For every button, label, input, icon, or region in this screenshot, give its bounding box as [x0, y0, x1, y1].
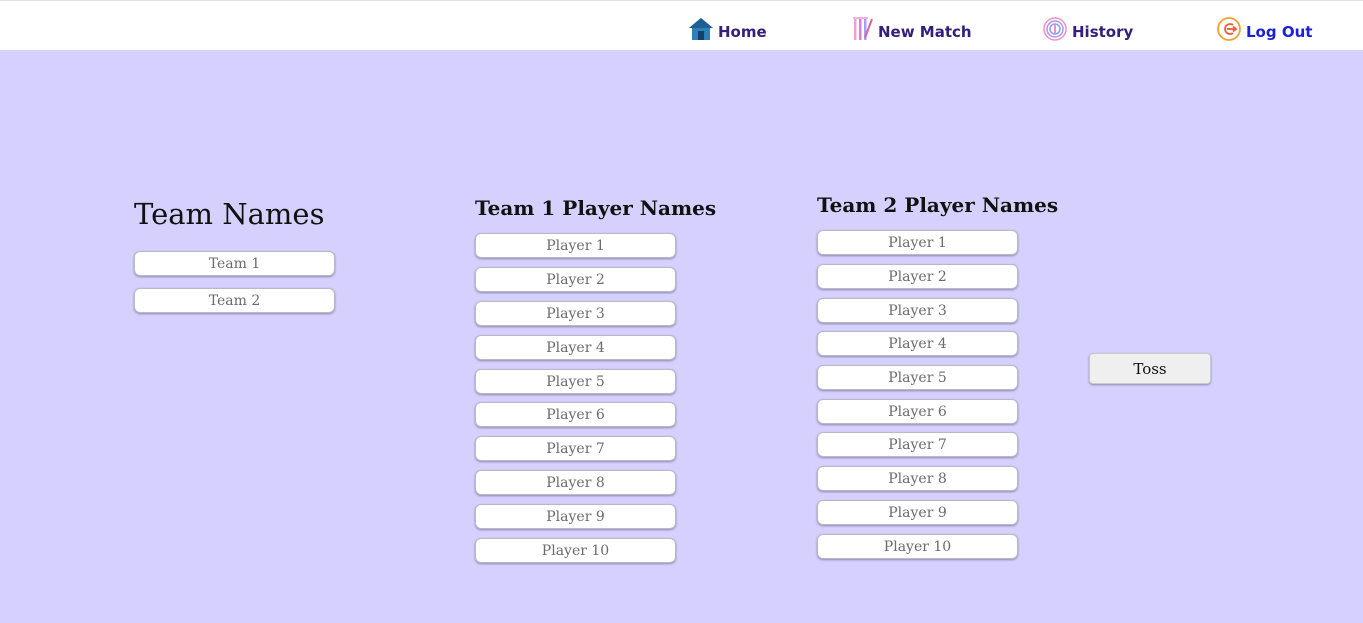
- team1-player-4-input[interactable]: [475, 335, 676, 360]
- nav-new-match-label: New Match: [878, 23, 972, 41]
- team2-player-4-input[interactable]: [817, 331, 1018, 356]
- nav-history-link[interactable]: History: [1042, 10, 1133, 42]
- team1-player-2-input[interactable]: [475, 267, 676, 292]
- nav-home-link[interactable]: Home: [688, 10, 767, 42]
- team1-player-9-input[interactable]: [475, 504, 676, 529]
- team2-player-2-input[interactable]: [817, 264, 1018, 289]
- team1-player-7-input[interactable]: [475, 436, 676, 461]
- nav-logout-label: Log Out: [1246, 23, 1313, 41]
- top-navbar: Home New Match History Log Out: [0, 0, 1363, 50]
- toss-button[interactable]: Toss: [1089, 353, 1211, 384]
- team1-player-3-input[interactable]: [475, 301, 676, 326]
- history-icon: [1043, 17, 1067, 41]
- team1-player-5-input[interactable]: [475, 369, 676, 394]
- team1-player-1-input[interactable]: [475, 233, 676, 258]
- team2-player-3-input[interactable]: [817, 298, 1018, 323]
- team-1-name-input[interactable]: [134, 251, 335, 276]
- team-2-name-input[interactable]: [134, 288, 335, 313]
- team2-player-7-input[interactable]: [817, 432, 1018, 457]
- cricket-stumps-icon: [853, 17, 873, 40]
- nav-history-label: History: [1072, 23, 1134, 41]
- team-names-heading: Team Names: [134, 197, 325, 231]
- team2-player-8-input[interactable]: [817, 466, 1018, 491]
- team2-player-10-input[interactable]: [817, 534, 1018, 559]
- team1-player-10-input[interactable]: [475, 538, 676, 563]
- nav-home-label: Home: [718, 23, 767, 41]
- team2-player-9-input[interactable]: [817, 500, 1018, 525]
- team1-players-heading: Team 1 Player Names: [475, 196, 717, 220]
- nav-logout-link[interactable]: Log Out: [1216, 10, 1312, 42]
- team2-player-5-input[interactable]: [817, 365, 1018, 390]
- team2-player-1-input[interactable]: [817, 230, 1018, 255]
- team1-player-8-input[interactable]: [475, 470, 676, 495]
- team1-player-6-input[interactable]: [475, 402, 676, 427]
- nav-new-match-link[interactable]: New Match: [852, 10, 972, 42]
- team2-player-6-input[interactable]: [817, 399, 1018, 424]
- team2-players-heading: Team 2 Player Names: [817, 193, 1059, 217]
- home-icon: [689, 18, 713, 40]
- logout-icon: [1217, 17, 1241, 41]
